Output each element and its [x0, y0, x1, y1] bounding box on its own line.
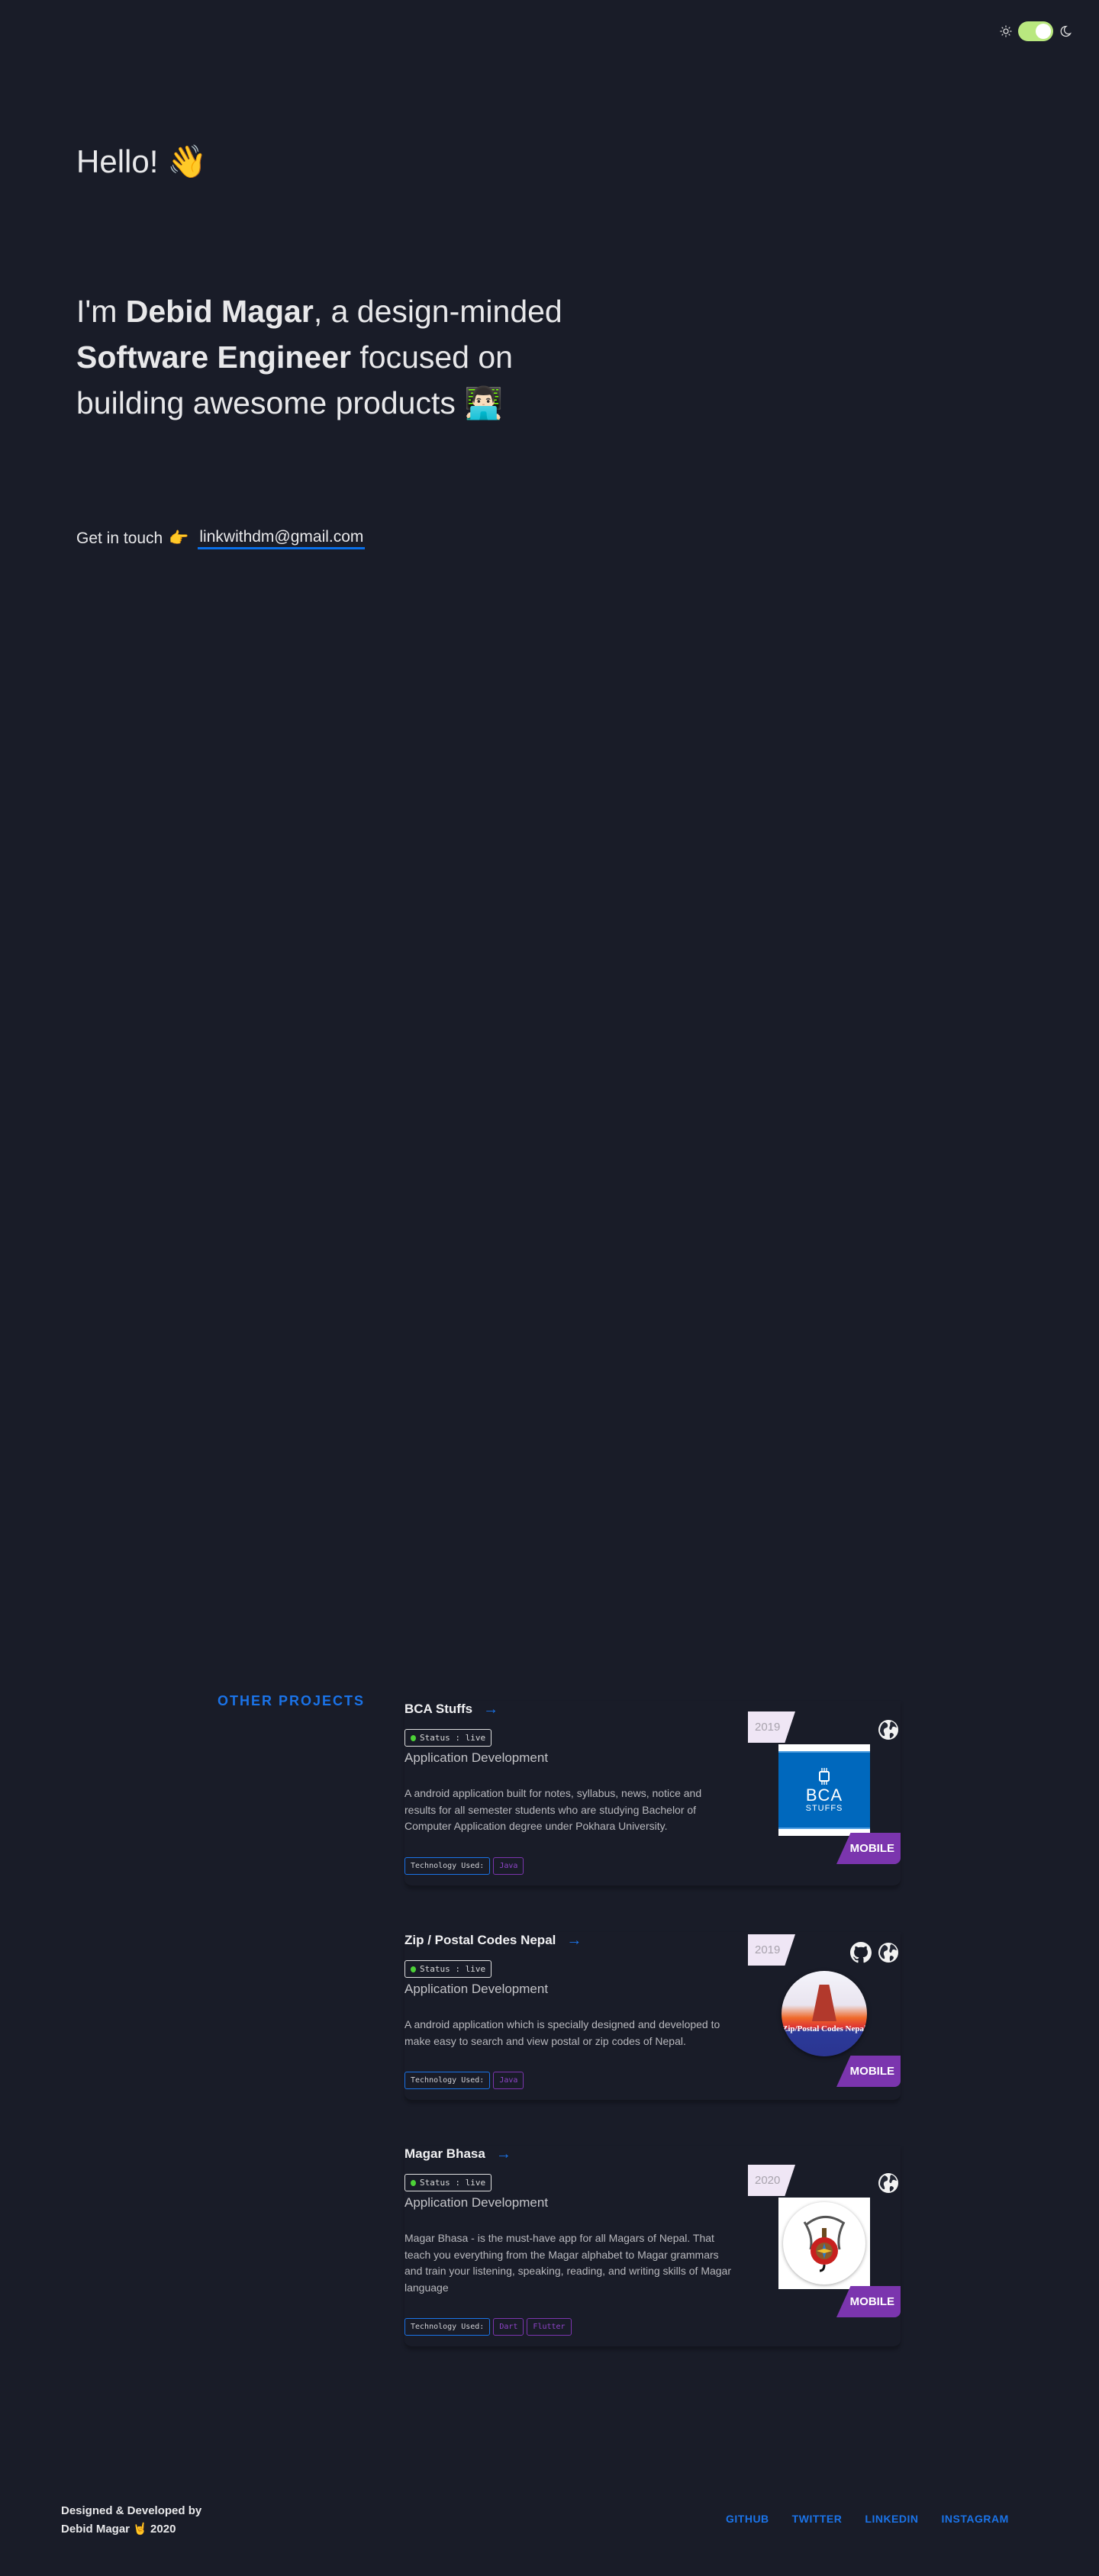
project-title[interactable]: BCA Stuffs: [404, 1702, 472, 1717]
pointing-hand-icon: 👉: [169, 530, 189, 547]
globe-icon[interactable]: [878, 1942, 899, 1963]
zip-postal-codes-logo: Zip/Postal Codes Nepal: [782, 1971, 867, 2056]
author-role: Software Engineer: [76, 340, 351, 375]
globe-icon[interactable]: [878, 1719, 899, 1740]
waving-hand-icon: 👋: [167, 143, 208, 179]
tech-badge: Dart: [493, 2318, 524, 2336]
rock-hand-icon: 🤘: [133, 2523, 147, 2536]
theme-switcher: [1000, 21, 1072, 41]
author-name: Debid Magar: [125, 294, 314, 329]
year-tag: 2020: [748, 2165, 795, 2196]
greeting: Hello! 👋: [76, 143, 207, 181]
status-text: Status : live: [420, 1964, 486, 1974]
footer-credit: Designed & Developed by Debid Magar 🤘 20…: [61, 2502, 201, 2539]
emblem-icon: [803, 2216, 846, 2272]
logo-text: Zip/Postal Codes Nepal: [782, 2024, 866, 2033]
greeting-text: Hello!: [76, 143, 159, 179]
post-box-graphic: [812, 1985, 836, 2021]
tech-badge: Java: [493, 1856, 524, 1875]
toggle-knob: [1036, 24, 1051, 39]
status-text: Status : live: [420, 2178, 486, 2188]
tech-label: Technology Used:: [404, 2318, 491, 2336]
contact: Get in touch 👉 linkwithdm@gmail.com: [76, 528, 366, 549]
project-media: 2020 MOBILE: [748, 2165, 901, 2317]
status-dot: [411, 2179, 416, 2186]
credit-line: Designed & Developed by: [61, 2504, 202, 2517]
globe-icon[interactable]: [878, 2172, 899, 2194]
project-media: 2019 BCA STUFFS MOBILE: [748, 1711, 901, 1864]
github-icon[interactable]: [850, 1942, 872, 1963]
arrow-right-icon[interactable]: →: [566, 1932, 582, 1950]
project-card: Magar Bhasa → Status : live Application D…: [404, 2146, 901, 2348]
linkedin-link[interactable]: LINKEDIN: [865, 2513, 918, 2525]
project-description: Magar Bhasa - is the must-have app for a…: [404, 2232, 732, 2294]
project-media: 2019 Zip/Postal Codes Nepal MOBILE: [748, 1934, 901, 2087]
contact-label: Get in touch: [76, 530, 163, 547]
project-title[interactable]: Zip / Postal Codes Nepal: [404, 1933, 556, 1948]
status-badge: Status : live: [404, 1960, 492, 1978]
tech-badge: Java: [493, 2072, 524, 2089]
status-dot: [411, 1966, 416, 1972]
year-tag: 2019: [748, 1934, 795, 1966]
moon-icon: [1060, 25, 1072, 37]
credit-year: 2020: [150, 2523, 176, 2536]
tech-badge: Flutter: [527, 2318, 572, 2336]
theme-toggle[interactable]: [1018, 21, 1053, 41]
sun-icon: [1000, 25, 1012, 37]
tech-label: Technology Used:: [404, 2072, 491, 2089]
footer-social-links: GITHUB TWITTER LINKEDIN INSTAGRAM: [726, 2513, 1009, 2525]
intro-mid: , a design-minded: [313, 294, 562, 329]
project-description: A android application which is specially…: [404, 2018, 720, 2047]
credit-name: Debid Magar: [61, 2523, 131, 2536]
status-dot: [411, 1734, 416, 1741]
arrow-right-icon[interactable]: →: [496, 2146, 511, 2163]
status-text: Status : live: [420, 1733, 486, 1743]
arrow-right-icon[interactable]: →: [483, 1701, 498, 1718]
chip-icon: [819, 1768, 830, 1785]
magar-bhasa-logo: [778, 2198, 870, 2289]
logo-text: BCA: [805, 1785, 843, 1805]
logo-subtext: STUFFS: [805, 1804, 843, 1813]
email-link[interactable]: linkwithdm@gmail.com: [198, 528, 366, 549]
platform-tag: MOBILE: [836, 2056, 901, 2087]
status-badge: Status : live: [404, 1729, 492, 1747]
project-card: BCA Stuffs → Status : live Application De…: [404, 1701, 901, 1887]
github-link[interactable]: GITHUB: [726, 2513, 769, 2525]
project-description: A android application built for notes, s…: [404, 1787, 702, 1832]
logo-ring: [783, 2202, 865, 2285]
other-projects-heading: OTHER PROJECTS: [218, 1693, 366, 1708]
project-title[interactable]: Magar Bhasa: [404, 2146, 485, 2162]
status-badge: Status : live: [404, 2174, 492, 2191]
tech-label: Technology Used:: [404, 1856, 491, 1875]
technologist-icon: 👨🏻‍💻: [464, 385, 504, 420]
platform-tag: MOBILE: [836, 2286, 901, 2317]
year-tag: 2019: [748, 1711, 795, 1743]
intro-text: I'm Debid Magar, a design-minded Softwar…: [76, 288, 611, 426]
instagram-link[interactable]: INSTAGRAM: [942, 2513, 1009, 2525]
intro-prefix: I'm: [76, 294, 126, 329]
platform-tag: MOBILE: [836, 1833, 901, 1864]
tech-list: Technology Used: Dart Flutter: [404, 2318, 901, 2336]
bca-stuffs-logo: BCA STUFFS: [778, 1744, 870, 1836]
twitter-link[interactable]: TWITTER: [792, 2513, 843, 2525]
project-card: Zip / Postal Codes Nepal → Status : live …: [404, 1932, 901, 2101]
